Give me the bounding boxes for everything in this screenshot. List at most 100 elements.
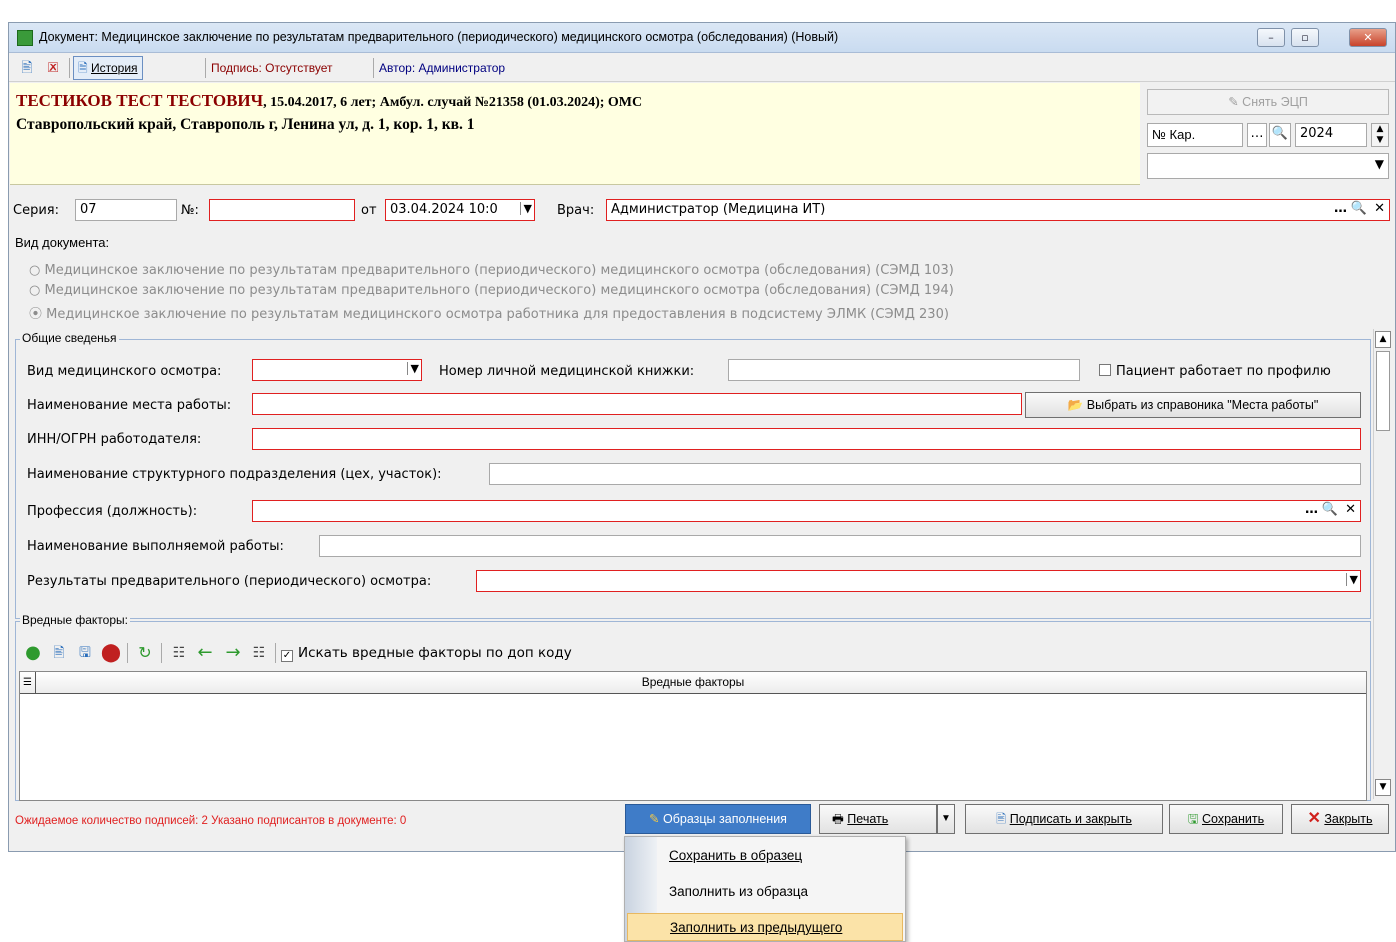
search-icon[interactable]: 🔍 [1322, 502, 1338, 517]
columns-icon[interactable]: ☷ [167, 642, 191, 664]
save-icon[interactable]: 🖫 [73, 642, 97, 664]
add-icon[interactable]: ● [21, 642, 45, 664]
extra-dropdown[interactable]: ▼ [1147, 153, 1389, 179]
number-field[interactable] [209, 199, 355, 221]
profession-field[interactable]: … 🔍 ✕ [252, 500, 1361, 522]
card-number-label: № Кар. [1152, 127, 1196, 142]
save-button[interactable]: 🖫 Сохранить [1169, 804, 1283, 834]
browse-icon[interactable]: … [1305, 502, 1318, 517]
history-icon: 🗎 [78, 61, 88, 75]
patient-line: ТЕСТИКОВ ТЕСТ ТЕСТОВИЧ, 15.04.2017, 6 ле… [16, 91, 642, 111]
results-select[interactable]: ▼ [476, 570, 1361, 592]
works-by-profile-label: Пациент работает по профилю [1116, 364, 1331, 379]
scroll-down-icon[interactable]: ▼ [1375, 779, 1391, 796]
sign-close-label: Подписать и закрыть [1009, 812, 1132, 826]
print-dropdown-button[interactable]: ▼ [937, 804, 955, 834]
choose-workplace-label: Выбрать из справоника "Места работы" [1086, 398, 1319, 412]
doctor-label: Врач: [557, 203, 595, 218]
cancel-sign-icon[interactable]: 🗷 [41, 57, 65, 79]
close-icon: ✕ [1307, 810, 1321, 827]
toolbar-separator [161, 643, 162, 663]
remove-ecp-label: Снять ЭЦП [1242, 95, 1308, 109]
sign-doc-icon[interactable]: 🖹 [15, 57, 39, 79]
remove-ecp-button[interactable]: ✎ Снять ЭЦП [1147, 89, 1389, 115]
choose-workplace-button[interactable]: 📂 Выбрать из справоника "Места работы" [1025, 392, 1361, 418]
scroll-thumb[interactable] [1376, 351, 1390, 431]
menu-item-save-template[interactable]: Сохранить в образец [661, 842, 901, 870]
calendar-dropdown-icon[interactable]: ▼ [519, 202, 532, 215]
scroll-up-icon[interactable]: ▲ [1375, 331, 1391, 348]
toolbar-separator [69, 58, 70, 78]
refresh-icon[interactable]: ↻ [133, 642, 157, 664]
minimize-button[interactable]: – [1257, 28, 1285, 47]
print-button[interactable]: 🖶 Печать [819, 804, 937, 834]
templates-button[interactable]: ✎ Образцы заполнения [625, 804, 811, 834]
clear-icon[interactable]: ✕ [1374, 201, 1385, 216]
inn-field[interactable] [252, 428, 1361, 450]
search-by-code-checkbox[interactable]: ✓ Искать вредные факторы по доп коду [281, 645, 572, 662]
doc-type-radio-194[interactable]: ○ Медицинское заключение по результатам … [29, 283, 954, 298]
row-selector-icon[interactable]: ☰ [20, 672, 36, 694]
menu-item-fill-from-previous[interactable]: Заполнить из предыдущего [627, 913, 903, 941]
series-field[interactable]: 07 [75, 199, 177, 221]
chevron-down-icon: ▼ [1374, 157, 1384, 171]
maximize-button[interactable]: ▫ [1291, 28, 1319, 47]
exam-type-select[interactable]: ▼ [252, 359, 422, 381]
columns-settings-icon[interactable]: ☷ [247, 642, 271, 664]
delete-icon[interactable]: ⬤ [99, 642, 123, 664]
general-info-title: Общие сведенья [20, 331, 119, 345]
toolbar-separator [127, 643, 128, 663]
workplace-label: Наименование места работы: [27, 398, 232, 413]
toolbar-separator [275, 643, 276, 663]
author-label: Автор: Администратор [379, 61, 506, 75]
search-icon[interactable]: 🔍 [1351, 201, 1367, 216]
hazards-column-header[interactable]: Вредные факторы [20, 672, 1366, 694]
med-book-field[interactable] [728, 359, 1080, 381]
doctor-field[interactable]: Администратор (Медицина ИТ) … 🔍 ✕ [606, 199, 1390, 221]
signature-count-status: Ожидаемое количество подписей: 2 Указано… [15, 815, 407, 827]
workplace-field[interactable] [252, 393, 1022, 415]
history-button[interactable]: 🗎 История [73, 56, 143, 80]
card-search-icon[interactable]: 🔍 [1269, 123, 1291, 147]
patient-name: ТЕСТИКОВ ТЕСТ ТЕСТОВИЧ [16, 91, 264, 110]
year-field[interactable]: 2024 [1295, 123, 1367, 147]
menu-item-label: Заполнить из образца [669, 884, 809, 899]
work-field[interactable] [319, 535, 1361, 557]
sign-and-close-button[interactable]: 🖹 Подписать и закрыть [965, 804, 1163, 834]
menu-item-fill-from-template[interactable]: Заполнить из образца [661, 878, 901, 906]
patient-header: ТЕСТИКОВ ТЕСТ ТЕСТОВИЧ, 15.04.2017, 6 ле… [10, 83, 1140, 185]
doc-type-option-label: Медицинское заключение по результатам пр… [44, 263, 954, 278]
arrow-right-icon[interactable]: → [221, 642, 245, 664]
chevron-down-icon: ▼ [1345, 573, 1358, 586]
menu-item-label: Сохранить в образец [669, 848, 803, 863]
year-spinner[interactable]: ▲ ▼ [1371, 123, 1389, 147]
remove-ecp-icon: ✎ [1228, 95, 1239, 109]
document-window: Документ: Медицинское заключение по резу… [8, 22, 1396, 852]
history-label: История [91, 61, 138, 75]
subdivision-label: Наименование структурного подразделения … [27, 467, 442, 482]
card-number-field[interactable]: № Кар. [1147, 123, 1243, 147]
signature-status: Подпись: Отсутствует [211, 61, 333, 75]
arrow-left-icon[interactable]: ← [193, 642, 217, 664]
series-value: 07 [80, 202, 97, 217]
edit-icon[interactable]: 🖹 [47, 642, 71, 664]
subdivision-field[interactable] [489, 463, 1361, 485]
close-button[interactable]: ✕ Закрыть [1291, 804, 1389, 834]
clear-icon[interactable]: ✕ [1345, 502, 1356, 517]
search-by-code-label: Искать вредные факторы по доп коду [298, 645, 572, 661]
doc-type-radio-103[interactable]: ○ Медицинское заключение по результатам … [29, 263, 954, 278]
sign-icon: 🖹 [996, 812, 1007, 826]
printer-icon: 🖶 [832, 812, 844, 826]
close-label: Закрыть [1324, 812, 1373, 826]
print-label: Печать [847, 812, 889, 826]
browse-icon[interactable]: … [1334, 201, 1347, 216]
date-field[interactable]: 03.04.2024 10:0 ▼ [385, 199, 535, 221]
profession-label: Профессия (должность): [27, 504, 198, 519]
works-by-profile-checkbox[interactable]: Пациент работает по профилю [1099, 364, 1331, 379]
form-scrollbar[interactable]: ▲ ▼ [1373, 329, 1391, 799]
doc-type-radio-230[interactable]: ⦿ Медицинское заключение по результатам … [29, 303, 949, 322]
patient-address: Ставропольский край, Ставрополь г, Ленин… [16, 116, 475, 133]
save-label: Сохранить [1202, 812, 1265, 826]
card-browse-button[interactable]: … [1247, 123, 1267, 147]
close-window-button[interactable]: ✕ [1349, 28, 1387, 47]
